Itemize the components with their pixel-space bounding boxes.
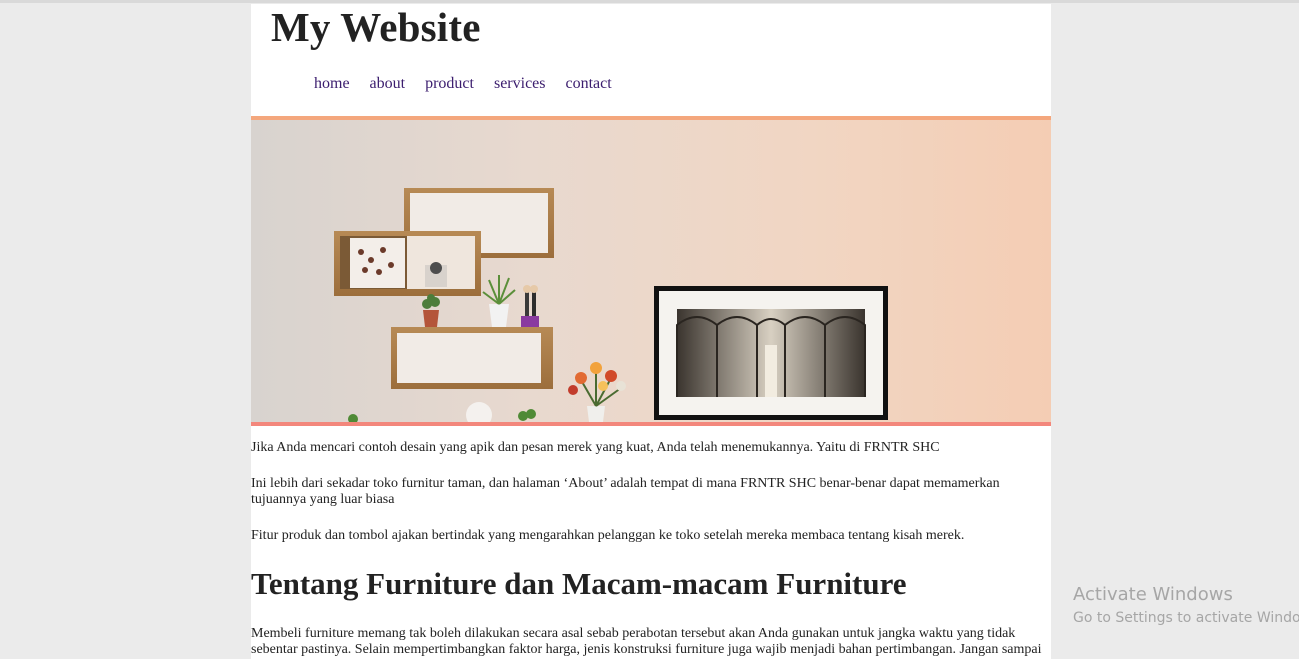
section-heading: Tentang Furniture dan Macam-macam Furnit…	[251, 566, 907, 601]
watermark-title: Activate Windows	[1073, 584, 1233, 605]
hero-banner	[251, 116, 1051, 426]
nav-about-link[interactable]: about	[370, 75, 406, 93]
about-paragraph: Ini lebih dari sekadar toko furnitur tam…	[251, 476, 1000, 507]
hero-image	[251, 120, 1051, 422]
activate-windows-watermark: Activate Windows Go to Settings to activ…	[1073, 584, 1299, 628]
framed-picture-illustration	[654, 286, 888, 420]
feature-paragraph: Fitur produk dan tombol ajakan bertindak…	[251, 528, 965, 543]
page-container: My Website home about product services c…	[251, 4, 1051, 659]
browser-top-border	[0, 0, 1299, 3]
nav-home-link[interactable]: home	[314, 75, 350, 93]
nav-product-link[interactable]: product	[425, 75, 474, 93]
intro-paragraph: Jika Anda mencari contoh desain yang api…	[251, 440, 940, 455]
watermark-subtitle: Go to Settings to activate Windows.	[1073, 610, 1299, 626]
body-paragraph: Membeli furniture memang tak boleh dilak…	[251, 626, 1042, 657]
nav-contact-link[interactable]: contact	[566, 75, 612, 93]
site-title: My Website	[271, 4, 481, 50]
nav-services-link[interactable]: services	[494, 75, 546, 93]
main-nav: home about product services contact	[314, 75, 612, 93]
